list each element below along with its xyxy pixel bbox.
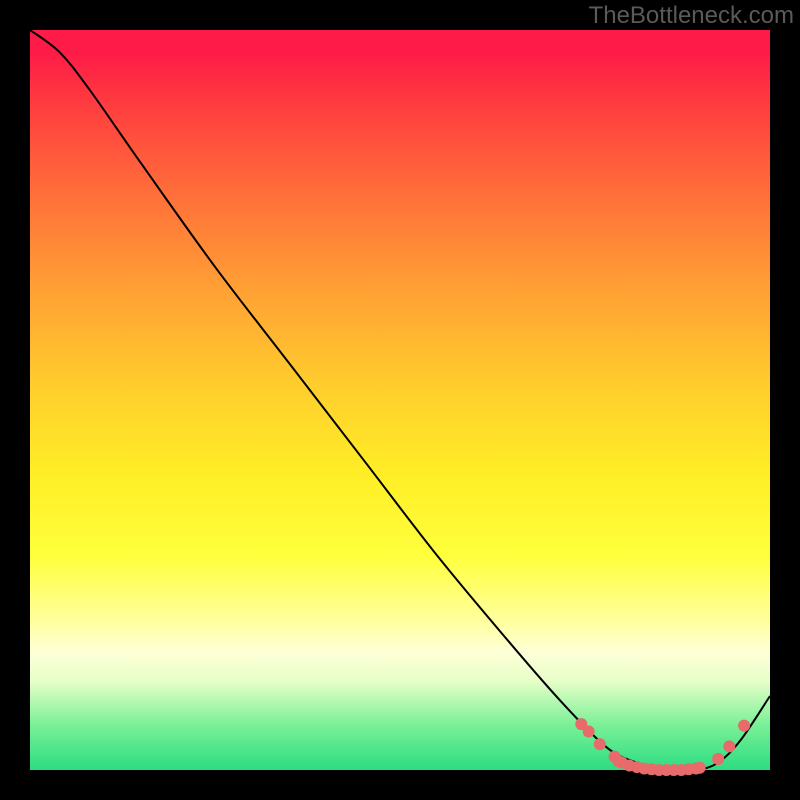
chart-line bbox=[30, 30, 770, 771]
chart-marker bbox=[694, 762, 706, 774]
chart-svg bbox=[30, 30, 770, 770]
watermark-text: TheBottleneck.com bbox=[589, 2, 794, 30]
chart-markers bbox=[575, 718, 750, 776]
chart-marker bbox=[712, 753, 724, 765]
chart-marker bbox=[723, 740, 735, 752]
chart-marker bbox=[583, 726, 595, 738]
chart-marker bbox=[738, 720, 750, 732]
chart-marker bbox=[594, 738, 606, 750]
